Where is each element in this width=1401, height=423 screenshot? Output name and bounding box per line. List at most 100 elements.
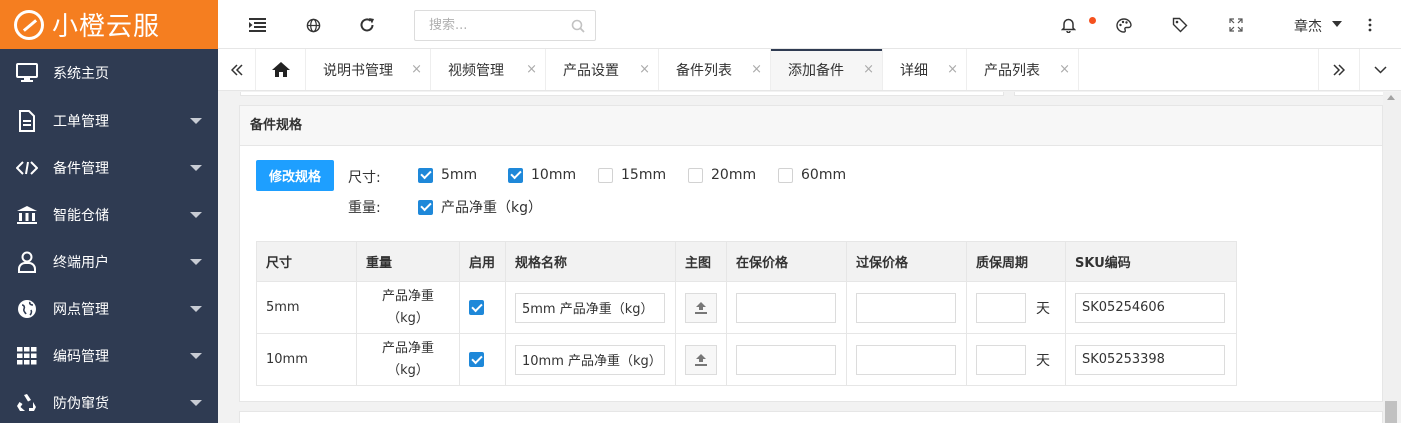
double-chevron-left-icon [230, 63, 243, 76]
column-header: 过保价格 [846, 241, 967, 282]
menu-collapse-icon[interactable] [248, 16, 266, 34]
upload-image-button[interactable] [685, 292, 717, 323]
enabled-checkbox[interactable] [469, 300, 484, 315]
in-warranty-price-input[interactable] [736, 292, 836, 323]
close-icon[interactable]: × [1059, 62, 1070, 77]
checkbox[interactable] [778, 167, 793, 183]
tab-spare-parts-list[interactable]: 备件列表 × [659, 49, 771, 90]
tab-home[interactable] [256, 49, 306, 90]
tab-manuals[interactable]: 说明书管理 × [306, 49, 431, 90]
sidebar-item-label: 智能仓储 [53, 207, 109, 224]
close-icon[interactable]: × [411, 62, 422, 77]
sidebar-item-codes[interactable]: 编码管理 [0, 332, 218, 379]
warranty-days-input[interactable] [976, 344, 1026, 375]
spec-table: 尺寸 重量 启用 规格名称 主图 在保价格 过保价格 质保周期 SKU编码 5m… [256, 241, 1237, 386]
search-icon[interactable] [571, 19, 585, 37]
checkbox[interactable] [688, 167, 703, 183]
cell-size: 5mm [256, 281, 357, 334]
search-box [414, 10, 596, 41]
sidebar-item-label: 工单管理 [53, 113, 109, 130]
globe-icon[interactable] [304, 16, 322, 34]
page-tabs-bar: 说明书管理 × 视频管理 × 产品设置 × 备件列表 × 添加备件 × 详细 ×… [218, 49, 1401, 91]
edit-spec-button[interactable]: 修改规格 [256, 160, 334, 191]
checkbox[interactable] [418, 199, 433, 215]
upload-image-button[interactable] [685, 344, 717, 375]
size-option-60mm[interactable]: 60mm [778, 167, 846, 183]
sidebar-item-warehouse[interactable]: 智能仓储 [0, 191, 218, 238]
sidebar-item-anti-counterfeit[interactable]: 防伪窜货 [0, 379, 218, 423]
size-option-10mm[interactable]: 10mm [508, 167, 576, 183]
tab-product-settings[interactable]: 产品设置 × [546, 49, 659, 90]
upload-icon [695, 301, 707, 314]
size-option-5mm[interactable]: 5mm [418, 167, 477, 183]
out-warranty-price-input[interactable] [856, 292, 956, 323]
sidebar-item-label: 编码管理 [53, 348, 109, 365]
fullscreen-icon[interactable] [1227, 16, 1245, 34]
cell-out-warranty-price [846, 333, 967, 386]
spec-name-input[interactable] [515, 292, 665, 323]
size-option-15mm[interactable]: 15mm [598, 167, 666, 183]
sidebar-item-end-users[interactable]: 终端用户 [0, 238, 218, 285]
sidebar-item-home[interactable]: 系统主页 [0, 49, 218, 97]
enabled-checkbox[interactable] [469, 352, 484, 367]
sku-input[interactable] [1075, 344, 1225, 375]
column-header: 尺寸 [256, 241, 357, 282]
cell-spec-name [505, 333, 676, 386]
user-icon [16, 251, 38, 273]
user-name[interactable]: 章杰 [1294, 16, 1322, 36]
logo-text: 小橙云服 [52, 12, 161, 42]
tag-icon[interactable] [1171, 16, 1189, 34]
sidebar-item-label: 防伪窜货 [53, 395, 109, 412]
sku-input[interactable] [1075, 292, 1225, 323]
palette-icon[interactable] [1115, 16, 1133, 34]
column-header: 质保周期 [966, 241, 1066, 282]
cell-warranty-period: 天 [966, 281, 1066, 334]
logo[interactable]: 小橙云服 [0, 0, 218, 49]
tab-add-spare-part[interactable]: 添加备件 × [771, 49, 883, 90]
bell-icon[interactable] [1059, 16, 1077, 34]
chevron-down-icon [190, 306, 202, 312]
tabs-scroll-right-button[interactable] [1318, 49, 1360, 90]
out-warranty-price-input[interactable] [856, 344, 956, 375]
close-icon[interactable]: × [751, 62, 762, 77]
more-vertical-icon[interactable] [1361, 16, 1379, 34]
sidebar-item-outlets[interactable]: 网点管理 [0, 285, 218, 332]
checkbox[interactable] [418, 167, 433, 183]
sidebar-item-spare-parts[interactable]: 备件管理 [0, 144, 218, 191]
tab-label: 视频管理 [448, 62, 504, 79]
chevron-down-icon [190, 118, 202, 124]
tab-product-list[interactable]: 产品列表 × [967, 49, 1079, 90]
spec-name-input[interactable] [515, 344, 665, 375]
scrollbar-thumb[interactable] [1385, 401, 1397, 423]
chevron-down-icon [190, 400, 202, 406]
chevron-down-icon[interactable] [1332, 21, 1342, 27]
size-option-20mm[interactable]: 20mm [688, 167, 756, 183]
close-icon[interactable]: × [639, 62, 650, 77]
day-unit: 天 [1036, 352, 1050, 369]
close-icon[interactable]: × [947, 62, 958, 77]
table-row: 10mm 产品净重（kg） 天 [256, 333, 1237, 386]
tab-detail[interactable]: 详细 × [883, 49, 967, 90]
tabs-scroll-left-button[interactable] [218, 49, 256, 90]
logo-icon [14, 9, 44, 40]
cell-sku [1065, 281, 1237, 334]
in-warranty-price-input[interactable] [736, 344, 836, 375]
checkbox[interactable] [598, 167, 613, 183]
weight-option-net[interactable]: 产品净重（kg） [418, 197, 542, 217]
scroll-up-arrow-icon[interactable] [1387, 95, 1395, 100]
cell-sku [1065, 333, 1237, 386]
refresh-icon[interactable] [358, 16, 376, 34]
close-icon[interactable]: × [863, 62, 874, 77]
sidebar-item-work-orders[interactable]: 工单管理 [0, 97, 218, 144]
main-content: 备件规格 修改规格 尺寸: 重量: 5mm 10mm 15mm 20mm 60m… [218, 92, 1383, 423]
warranty-days-input[interactable] [976, 292, 1026, 323]
tab-videos[interactable]: 视频管理 × [431, 49, 546, 90]
weight-label: 重量: [348, 200, 381, 216]
tab-label: 备件列表 [676, 62, 732, 79]
column-header: 主图 [675, 241, 727, 282]
checkbox[interactable] [508, 167, 523, 183]
tabs-menu-button[interactable] [1360, 49, 1401, 90]
close-icon[interactable]: × [526, 62, 537, 77]
vertical-scrollbar[interactable] [1383, 92, 1401, 423]
search-input[interactable] [415, 11, 565, 40]
